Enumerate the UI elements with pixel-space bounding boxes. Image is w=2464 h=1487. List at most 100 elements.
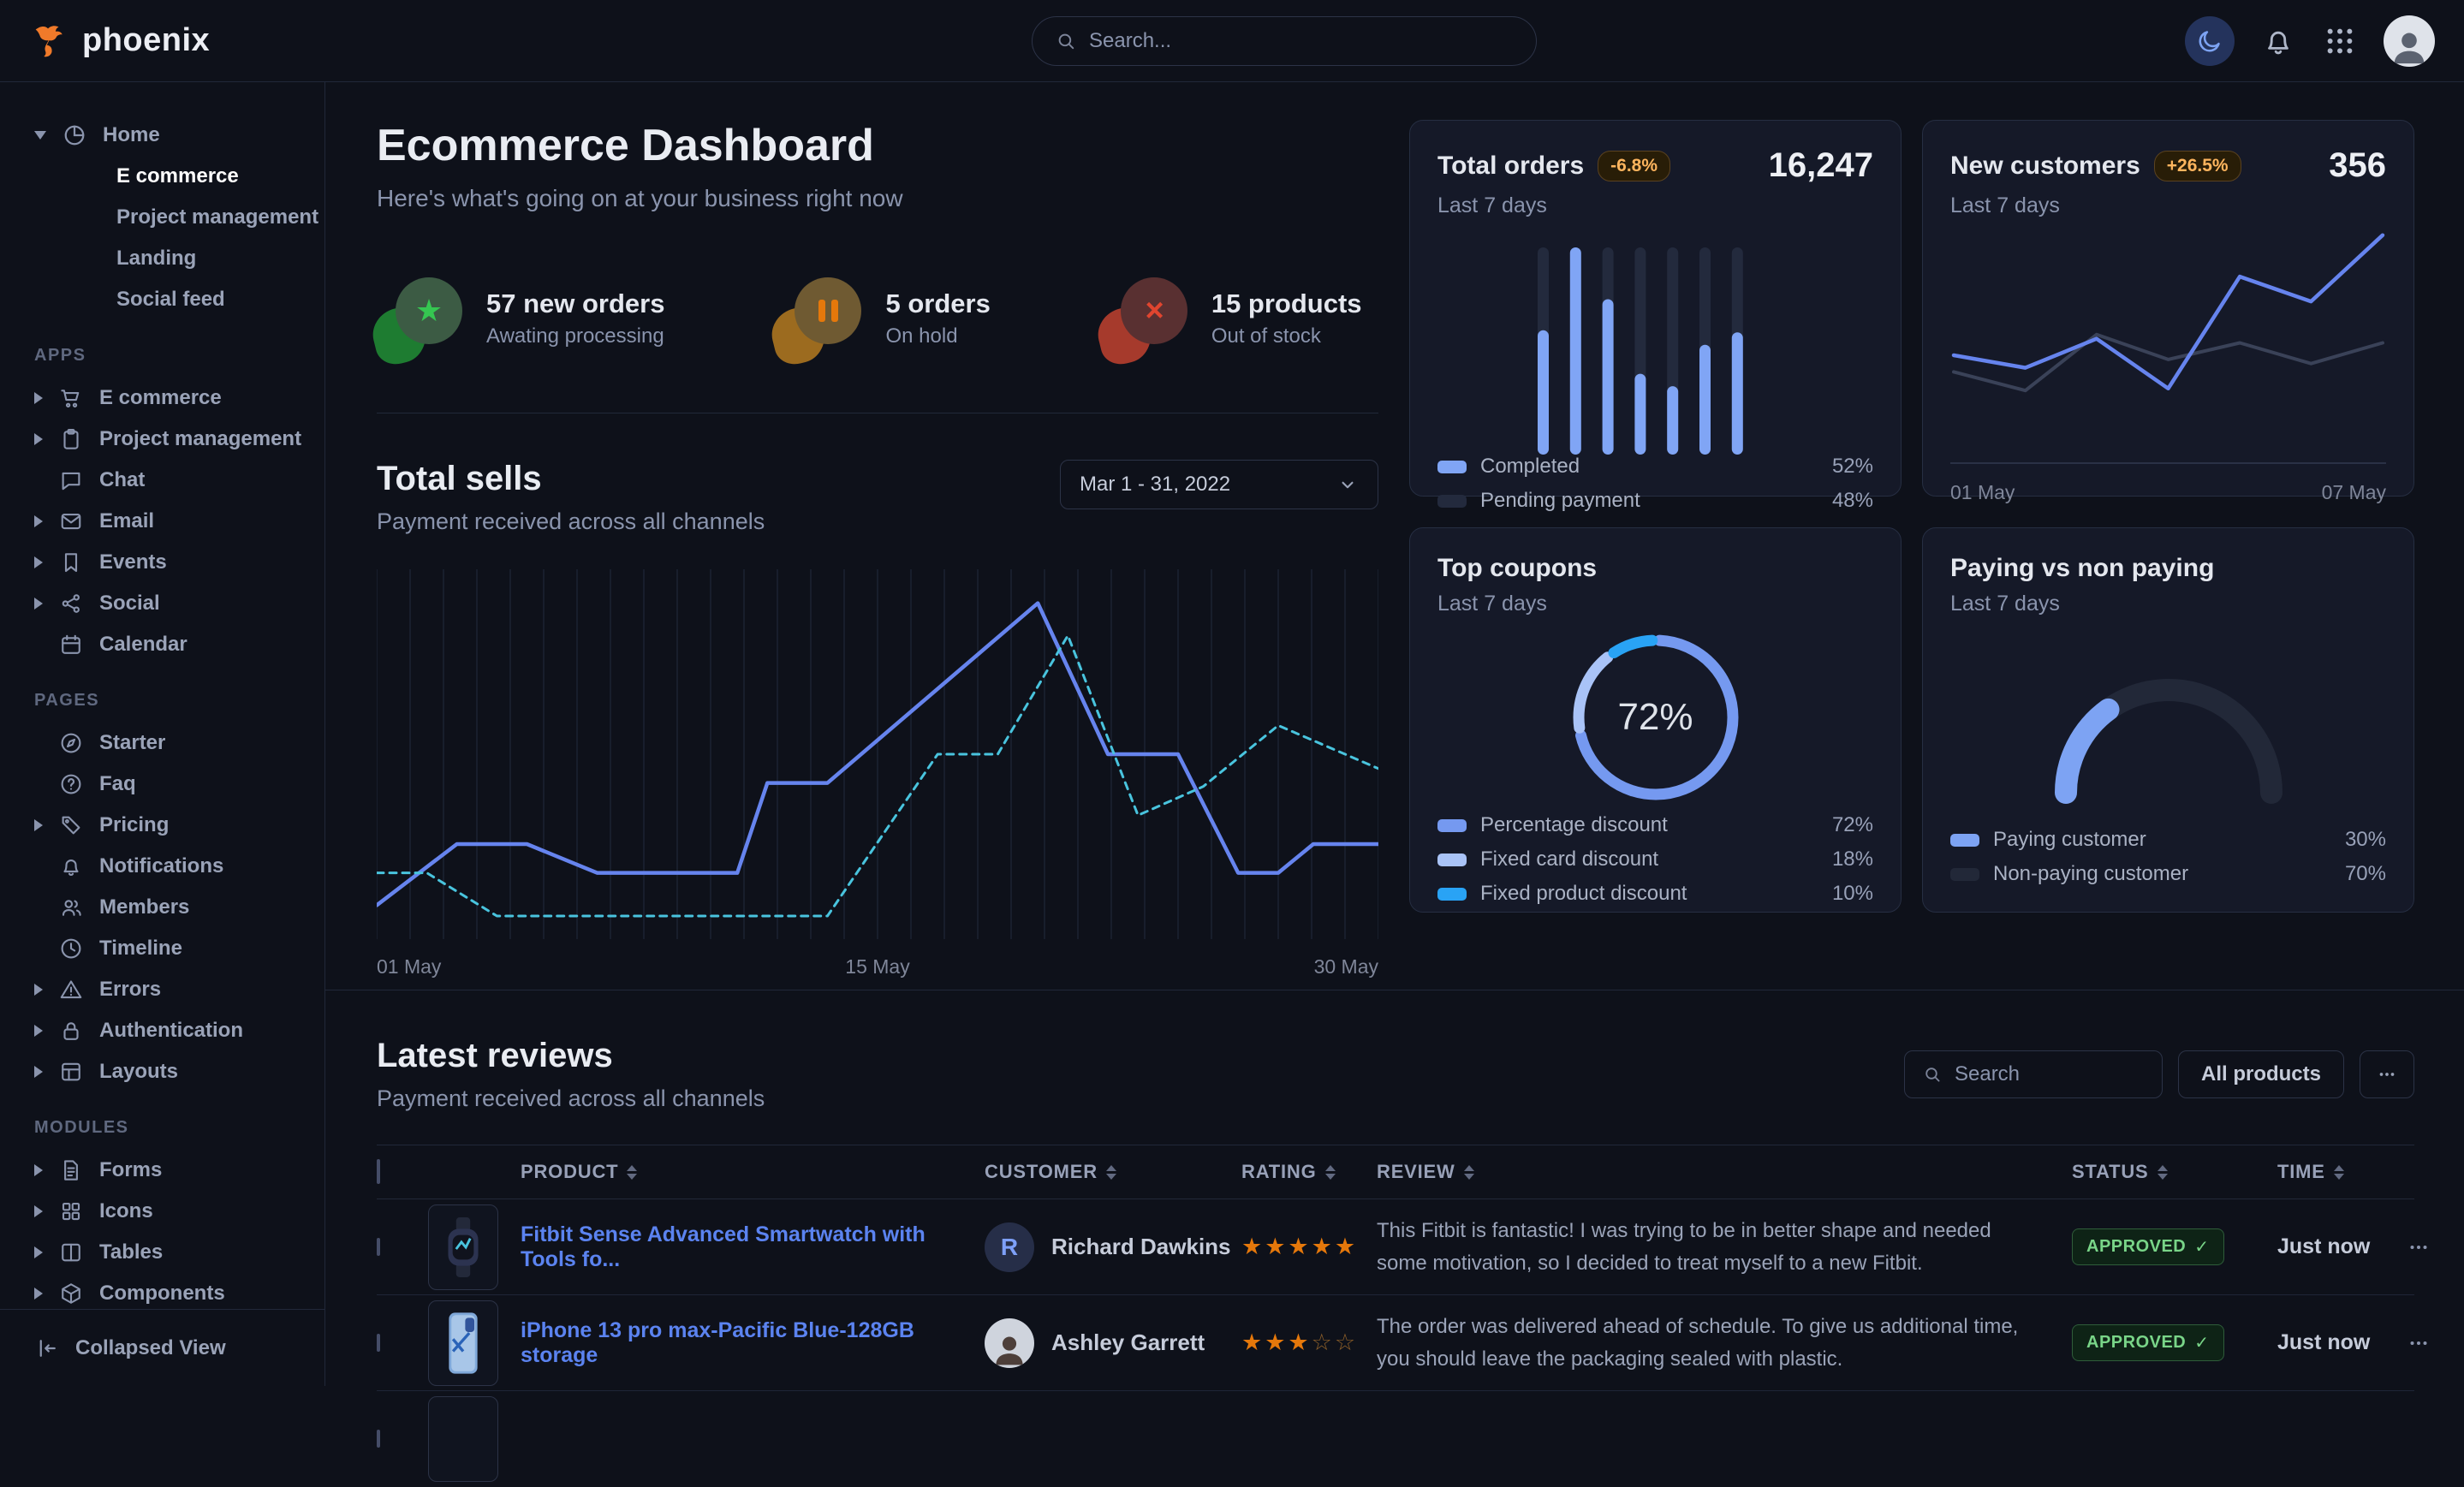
row-menu-button[interactable] — [2406, 1234, 2431, 1260]
reviews-title: Latest reviews — [377, 1037, 1904, 1075]
card-period: Last 7 days — [1437, 193, 1873, 218]
theme-toggle-button[interactable] — [2185, 16, 2235, 66]
col-customer[interactable]: CUSTOMER — [985, 1161, 1098, 1183]
chevron-right-icon — [34, 433, 43, 445]
sort-icon[interactable] — [1106, 1165, 1116, 1180]
review-text: This Fitbit is fantastic! I was trying t… — [1377, 1215, 2072, 1278]
sort-icon[interactable] — [627, 1165, 637, 1180]
row-menu-button[interactable] — [2406, 1330, 2431, 1356]
col-review[interactable]: REVIEW — [1377, 1161, 1455, 1183]
rating-stars: ★★★☆☆ — [1241, 1329, 1377, 1356]
status-badge: APPROVED✓ — [2072, 1228, 2224, 1265]
card-title: Paying vs non paying — [1950, 554, 2214, 583]
user-avatar[interactable] — [2384, 15, 2435, 67]
orders-bar-chart — [1437, 247, 1873, 455]
sidebar-item-notifications[interactable]: Notifications — [34, 846, 324, 887]
customer-cell[interactable]: Ashley Garrett — [985, 1318, 1241, 1368]
legend-row: Paying customer 30% — [1950, 828, 2386, 852]
global-search-input[interactable]: Search... — [1032, 16, 1537, 66]
product-link[interactable]: Fitbit Sense Advanced Smartwatch with To… — [521, 1222, 985, 1272]
sidebar-item-label: Errors — [99, 978, 161, 1002]
sidebar-item-email[interactable]: Email — [34, 501, 324, 542]
legend-swatch — [1950, 834, 1979, 847]
chevron-down-icon — [34, 131, 46, 140]
sidebar-subitem-landing[interactable]: Landing — [34, 238, 324, 279]
main-content: Ecommerce Dashboard Here's what's going … — [325, 82, 2464, 1386]
collapse-sidebar-button[interactable]: Collapsed View — [0, 1309, 324, 1386]
row-checkbox[interactable] — [377, 1430, 380, 1448]
sidebar-item-label: Icons — [99, 1199, 153, 1223]
product-thumbnail[interactable] — [428, 1396, 498, 1482]
sidebar-item-project-management[interactable]: Project management — [34, 419, 324, 460]
coupons-donut-chart: 72% — [1437, 622, 1873, 813]
sidebar-item-timeline[interactable]: Timeline — [34, 928, 324, 969]
sidebar-item-faq[interactable]: Faq — [34, 764, 324, 805]
select-all-checkbox[interactable] — [377, 1159, 380, 1184]
latest-reviews-section: Latest reviews Payment received across a… — [377, 990, 2414, 1487]
date-range-select[interactable]: Mar 1 - 31, 2022 — [1060, 460, 1378, 509]
sidebar-item-forms[interactable]: Forms — [34, 1150, 324, 1191]
chevron-down-icon — [1336, 473, 1359, 496]
cart-icon — [58, 385, 84, 411]
total-sells-title: Total sells — [377, 460, 765, 498]
col-status[interactable]: STATUS — [2072, 1161, 2149, 1183]
sidebar-subitem-project-management[interactable]: Project management — [34, 197, 324, 238]
sidebar-subitem-e-commerce[interactable]: E commerce — [34, 156, 324, 197]
product-thumbnail-iphone[interactable] — [428, 1300, 498, 1386]
sidebar-item-components[interactable]: Components — [34, 1273, 324, 1314]
table-row: iPhone 13 pro max-Pacific Blue-128GB sto… — [377, 1295, 2414, 1391]
sidebar-item-chat[interactable]: Chat — [34, 460, 324, 501]
search-icon — [1055, 30, 1077, 52]
sidebar-item-calendar[interactable]: Calendar — [34, 624, 324, 665]
more-options-button[interactable] — [2360, 1050, 2414, 1098]
sidebar-item-icons[interactable]: Icons — [34, 1191, 324, 1232]
row-checkbox[interactable] — [377, 1238, 380, 1256]
product-thumbnail-smartwatch[interactable] — [428, 1204, 498, 1290]
brand[interactable]: phoenix — [29, 21, 210, 61]
sidebar-item-social[interactable]: Social — [34, 583, 324, 624]
reviews-table: PRODUCT CUSTOMER RATING REVIEW STATUS TI… — [377, 1145, 2414, 1487]
total-sells-subtitle: Payment received across all channels — [377, 509, 765, 535]
help-icon — [58, 771, 84, 797]
reviews-search-input[interactable]: Search — [1904, 1050, 2163, 1098]
chevron-right-icon — [34, 1246, 43, 1258]
sidebar-item-tables[interactable]: Tables — [34, 1232, 324, 1273]
customer-cell[interactable]: R Richard Dawkins — [985, 1222, 1241, 1272]
sort-icon[interactable] — [1464, 1165, 1474, 1180]
apps-grid-icon[interactable] — [2322, 23, 2358, 59]
sidebar-item-label: Authentication — [99, 1019, 243, 1043]
col-product[interactable]: PRODUCT — [521, 1161, 618, 1183]
sidebar-item-starter[interactable]: Starter — [34, 723, 324, 764]
all-products-button[interactable]: All products — [2178, 1050, 2344, 1098]
sidebar-item-authentication[interactable]: Authentication — [34, 1010, 324, 1051]
legend-row: Fixed card discount 18% — [1437, 848, 1873, 871]
sort-icon[interactable] — [1325, 1165, 1336, 1180]
sidebar-item-members[interactable]: Members — [34, 887, 324, 928]
sidebar-item-e-commerce[interactable]: E commerce — [34, 378, 324, 419]
calendar-icon — [58, 632, 84, 657]
col-rating[interactable]: RATING — [1241, 1161, 1317, 1183]
chevron-right-icon — [34, 984, 43, 996]
chevron-right-icon — [34, 819, 43, 831]
stat-1: 5 orders On hold — [776, 277, 990, 360]
row-checkbox[interactable] — [377, 1334, 380, 1352]
sidebar-item-events[interactable]: Events — [34, 542, 324, 583]
sort-icon[interactable] — [2157, 1165, 2168, 1180]
sidebar-item-label: Forms — [99, 1158, 162, 1182]
sidebar-item-home[interactable]: Home — [34, 115, 324, 156]
chat-icon — [58, 467, 84, 493]
sidebar-item-label: Social — [99, 592, 160, 616]
file-icon — [58, 1157, 84, 1183]
sidebar-item-layouts[interactable]: Layouts — [34, 1051, 324, 1092]
notifications-bell-icon[interactable] — [2260, 23, 2296, 59]
x-tick: 01 May — [1950, 481, 2015, 504]
product-link[interactable]: iPhone 13 pro max-Pacific Blue-128GB sto… — [521, 1318, 985, 1368]
sidebar-item-label: Events — [99, 550, 167, 574]
lock-icon — [58, 1018, 84, 1044]
chevron-right-icon — [34, 1164, 43, 1176]
col-time[interactable]: TIME — [2277, 1161, 2325, 1183]
sidebar-item-errors[interactable]: Errors — [34, 969, 324, 1010]
sort-icon[interactable] — [2334, 1165, 2344, 1180]
sidebar-subitem-social-feed[interactable]: Social feed — [34, 279, 324, 320]
sidebar-item-pricing[interactable]: Pricing — [34, 805, 324, 846]
